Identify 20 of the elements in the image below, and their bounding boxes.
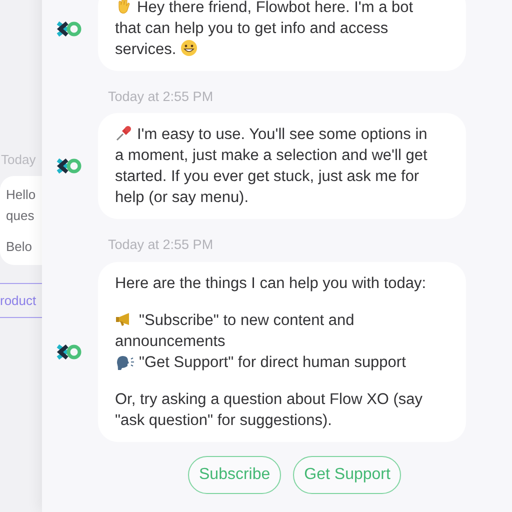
logo-icon xyxy=(56,342,82,360)
message-text: Hello xyxy=(6,186,37,204)
timestamp: Today at 2:55 PM xyxy=(108,88,214,106)
logo-icon xyxy=(56,157,82,176)
message-text: Or, try asking a question about Flow XO (say "ask question" for suggestions). xyxy=(115,390,424,430)
message-text: Here are the things I can help you with today: xyxy=(115,274,428,294)
grinning-face-icon xyxy=(180,39,198,57)
timestamp: Today xyxy=(0,151,37,169)
message-text: ques xyxy=(6,206,36,225)
speaking-head-icon xyxy=(115,354,135,370)
message-text: I'm easy to use. You'll see some options in a moment, just make a selection and we'll get started. If you ever get stuck, just ask me for help (or say menu). xyxy=(115,124,428,208)
timestamp: Today at 2:55 PM xyxy=(108,236,214,254)
quick-reply-button[interactable]: Subscribe xyxy=(188,456,282,494)
message-text: Belo xyxy=(6,238,34,256)
quick-reply-button[interactable]: Get Support xyxy=(293,456,402,494)
message-text: Hey there friend, Flowbot here. I'm a bot that can help you to get info and access services. xyxy=(115,0,414,60)
logo-icon xyxy=(56,20,82,38)
pushpin-icon xyxy=(115,124,133,142)
message-text: "Get Support" for direct human support xyxy=(115,352,436,372)
message-text: "Subscribe" to new content and announcements xyxy=(115,310,356,352)
